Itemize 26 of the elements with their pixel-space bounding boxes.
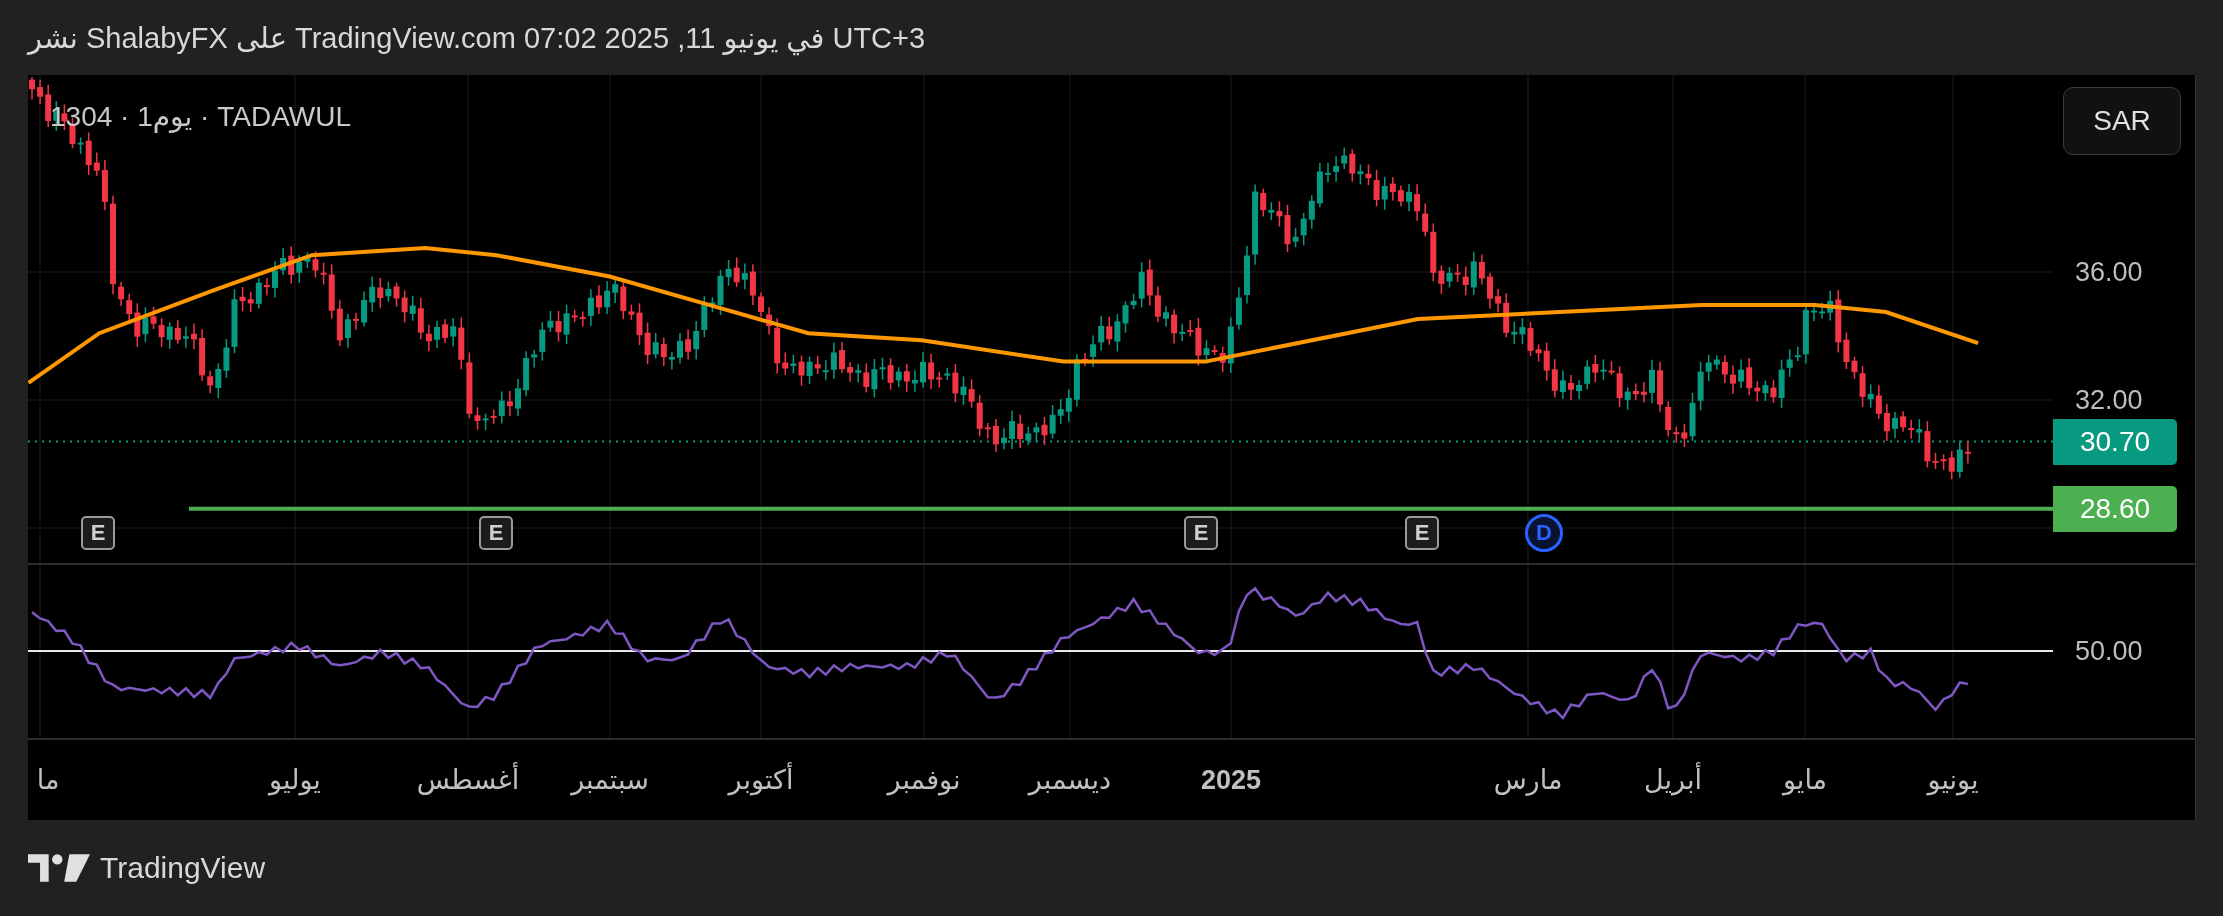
price-tag: 28.60 xyxy=(2053,485,2177,532)
currency-button[interactable]: SAR xyxy=(2063,87,2181,155)
time-tick: أغسطس xyxy=(416,764,520,796)
price-tick: 36.00 xyxy=(2075,256,2143,288)
time-tick: ما xyxy=(36,764,60,796)
earnings-marker[interactable]: E xyxy=(479,516,513,550)
time-tick: نوفمبر xyxy=(887,764,961,796)
time-tick: سبتمبر xyxy=(571,764,649,796)
dividend-marker[interactable]: D xyxy=(1525,514,1563,552)
brand-name: TradingView xyxy=(100,851,266,885)
logo-icon xyxy=(28,854,90,882)
time-tick: أكتوبر xyxy=(728,764,794,796)
publish-info: نشر ShalabyFX على TradingView.com في يونيو 11, 2025 07:02 UTC+3 xyxy=(28,20,926,55)
price-tick: 32.00 xyxy=(2075,384,2143,416)
earnings-marker[interactable]: E xyxy=(1405,516,1439,550)
rsi-tick: 50.00 xyxy=(2075,635,2143,667)
earnings-marker[interactable]: E xyxy=(1184,516,1218,550)
price-tag: 30.70 xyxy=(2053,418,2177,465)
time-tick: أبريل xyxy=(1644,764,1702,796)
time-tick: مايو xyxy=(1782,764,1828,796)
earnings-marker[interactable]: E xyxy=(81,516,115,550)
time-tick: 2025 xyxy=(1200,764,1262,796)
time-tick: يوليو xyxy=(269,764,321,796)
time-tick: يونيو xyxy=(1927,764,1979,796)
time-tick: مارس xyxy=(1493,764,1563,796)
time-tick: ديسمبر xyxy=(1028,764,1112,796)
